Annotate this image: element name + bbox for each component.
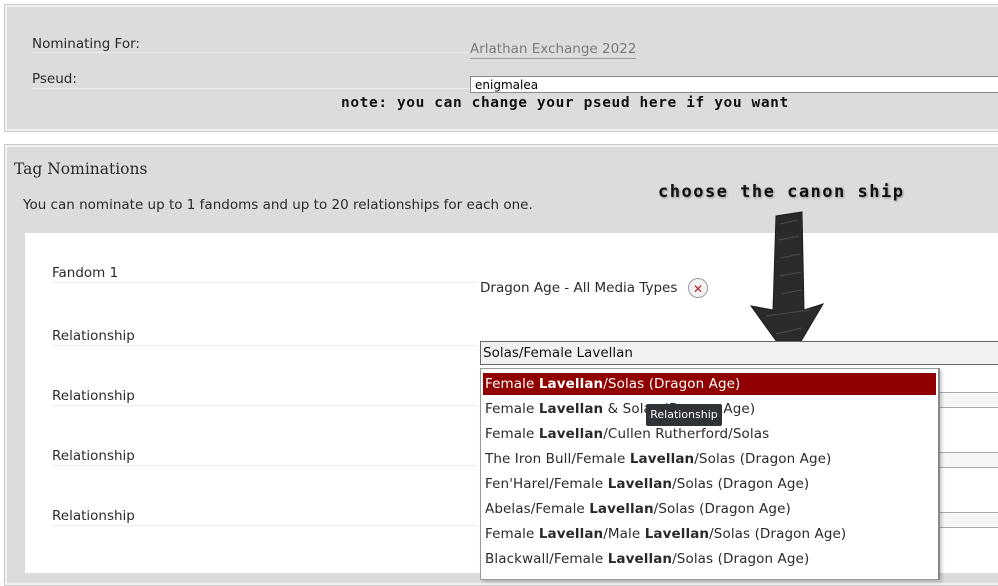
fandom-label: Fandom 1: [52, 265, 119, 281]
divider: [32, 88, 472, 89]
divider: [32, 52, 472, 53]
pseud-input[interactable]: enigmalea: [470, 76, 998, 93]
tag-nominations-heading: Tag Nominations: [14, 160, 148, 178]
relationship-label: Relationship: [52, 328, 135, 344]
pseud-note-annotation: note: you can change your pseud here if …: [341, 95, 789, 111]
autocomplete-dropdown: Female Lavellan/Solas (Dragon Age) Femal…: [480, 368, 940, 580]
divider: [52, 405, 477, 406]
relationship-label: Relationship: [52, 388, 135, 404]
relationship-label: Relationship: [52, 448, 135, 464]
nomination-info-panel: [4, 4, 998, 132]
tag-nominations-description: You can nominate up to 1 fandoms and up …: [23, 197, 533, 213]
nominating-for-label: Nominating For:: [32, 36, 140, 52]
divider: [52, 465, 477, 466]
relationship-input[interactable]: [932, 512, 998, 528]
autocomplete-option[interactable]: Fen'Harel/Female Lavellan/Solas (Dragon …: [483, 473, 936, 495]
divider: [52, 525, 477, 526]
autocomplete-option[interactable]: Abelas/Female Lavellan/Solas (Dragon Age…: [483, 498, 936, 520]
pseud-label: Pseud:: [32, 71, 77, 87]
autocomplete-option[interactable]: Female Lavellan/Male Lavellan/Solas (Dra…: [483, 523, 936, 545]
autocomplete-option[interactable]: Blackwall/Female Lavellan/Solas (Dragon …: [483, 548, 936, 570]
choose-ship-annotation: choose the canon ship: [658, 182, 905, 202]
autocomplete-option[interactable]: Female Lavellan/Cullen Rutherford/Solas: [483, 423, 936, 445]
relationship-label: Relationship: [52, 508, 135, 524]
divider: [52, 282, 477, 283]
exchange-link[interactable]: Arlathan Exchange 2022: [470, 41, 637, 59]
relationship-input[interactable]: Solas/Female Lavellan: [480, 341, 998, 365]
fandom-tag: Dragon Age - All Media Types: [480, 280, 678, 296]
divider: [52, 345, 477, 346]
autocomplete-option[interactable]: Female Lavellan/Solas (Dragon Age): [483, 373, 936, 395]
relationship-tooltip: Relationship: [646, 404, 722, 426]
autocomplete-option[interactable]: The Iron Bull/Female Lavellan/Solas (Dra…: [483, 448, 936, 470]
relationship-input[interactable]: [932, 452, 998, 468]
close-icon[interactable]: ✕: [688, 278, 708, 298]
relationship-input[interactable]: [932, 392, 998, 408]
